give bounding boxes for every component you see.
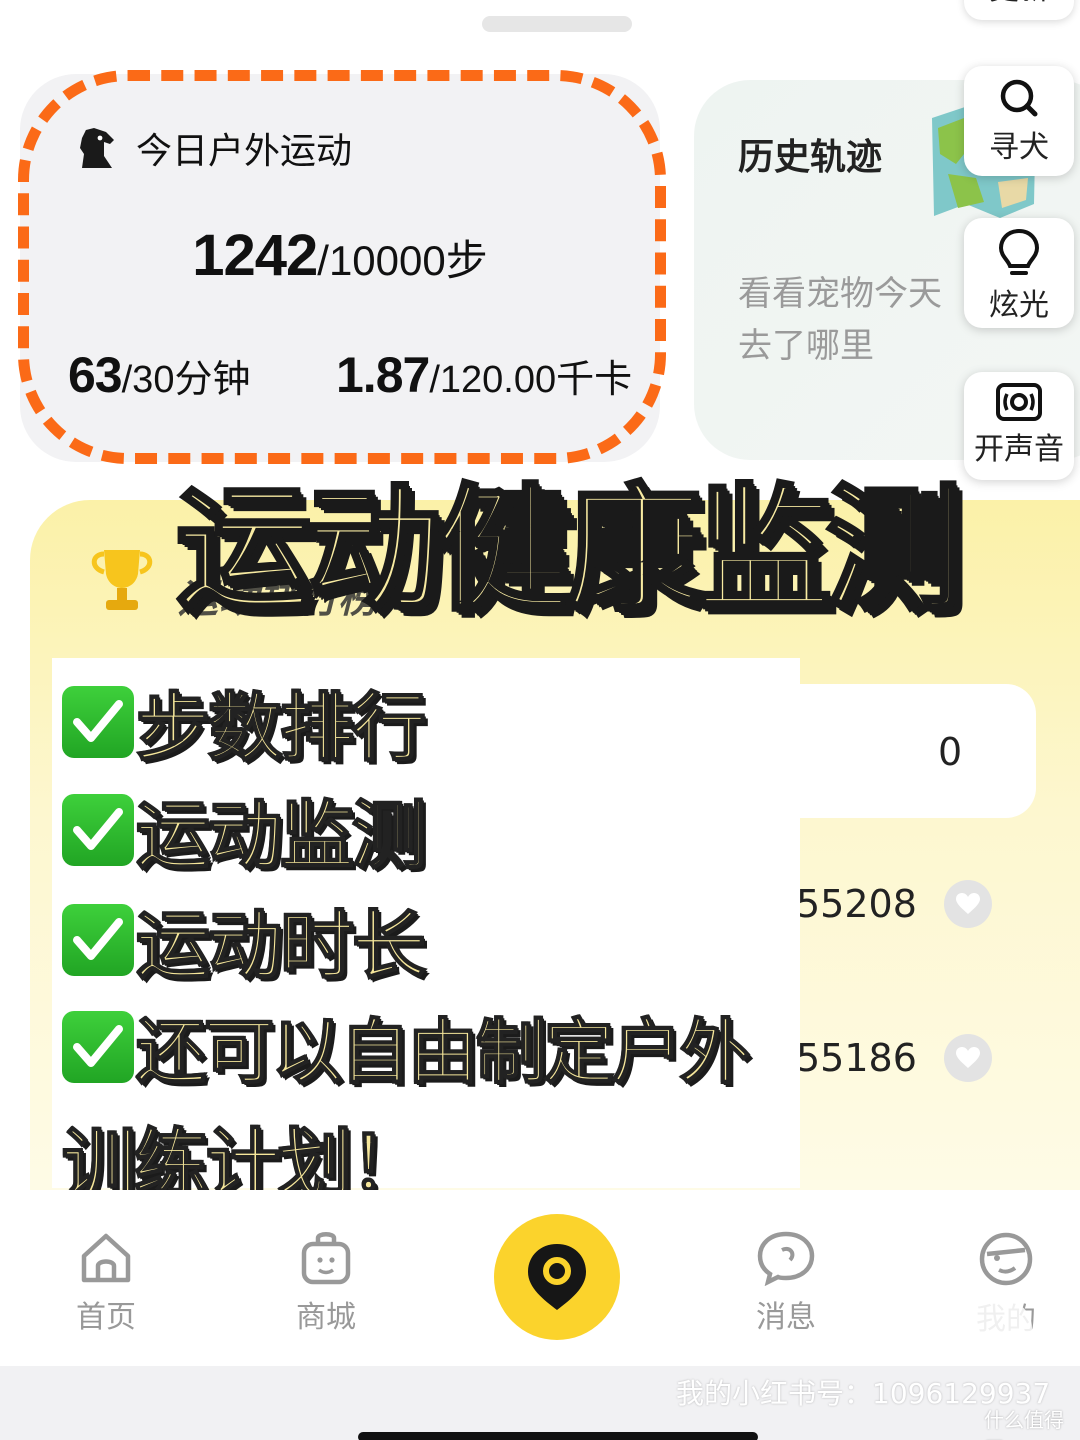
checklist-text: 还可以自由制定户外 xyxy=(135,1010,751,1094)
calories-readout: 1.87/120.00千卡 xyxy=(336,346,632,404)
speaker-icon xyxy=(996,383,1042,421)
ranking-value: 0 xyxy=(938,730,963,774)
duration-readout: 63/30分钟 xyxy=(68,346,250,404)
check-mark-icon xyxy=(62,793,134,866)
find-dog-label: 寻犬 xyxy=(989,130,1049,165)
flash-light-label: 炫光 xyxy=(989,288,1049,323)
calories-goal: /120.00千卡 xyxy=(429,359,633,401)
dog-icon xyxy=(80,128,114,168)
checklist-item: 运动监测 xyxy=(62,776,427,883)
shopping-bag-icon xyxy=(301,1232,351,1285)
chat-bubble-icon xyxy=(757,1231,815,1286)
checklist-item: 运动时长 xyxy=(62,886,427,993)
nav-shop-label: 商城 xyxy=(296,1300,356,1335)
update-button[interactable]: 更新 xyxy=(964,0,1074,20)
steps-value: 1242 xyxy=(192,223,318,288)
xiaohongshu-logo xyxy=(916,1300,1032,1356)
ranking-row-self[interactable] xyxy=(760,684,1036,818)
check-mark-icon xyxy=(62,903,134,976)
checklist-text: 运动时长 xyxy=(135,902,427,990)
checklist-text: 步数排行 xyxy=(135,684,427,772)
ranking-value: 55186 xyxy=(796,1036,917,1080)
heart-icon xyxy=(956,1047,980,1068)
sheet-drag-handle[interactable] xyxy=(482,16,632,32)
like-button[interactable] xyxy=(944,1034,992,1082)
watermark-site: 什么值得买 xyxy=(984,1408,1064,1440)
find-dog-button[interactable]: 寻犬 xyxy=(964,66,1074,176)
heart-icon xyxy=(956,893,980,914)
nav-home-label: 首页 xyxy=(76,1300,136,1335)
sound-toggle-label: 开声音 xyxy=(974,432,1064,467)
search-icon xyxy=(1000,79,1038,117)
sound-toggle-button[interactable]: 开声音 xyxy=(964,372,1074,480)
steps-goal: /10000步 xyxy=(317,237,488,284)
ranking-value: 55208 xyxy=(796,882,917,926)
history-track-subtitle: 看看宠物今天去了哪里 xyxy=(738,274,942,366)
checklist-text: 运动监测 xyxy=(135,792,427,880)
lightbulb-icon xyxy=(998,228,1040,275)
like-button[interactable] xyxy=(944,880,992,928)
promo-headline: 运动健康监测 xyxy=(174,470,964,632)
calories-value: 1.87 xyxy=(336,347,430,403)
checklist-item: 步数排行 xyxy=(62,668,427,775)
check-mark-icon xyxy=(62,685,134,758)
steps-readout: 1242/10000步 xyxy=(0,222,680,289)
home-icon xyxy=(81,1233,131,1283)
home-indicator[interactable] xyxy=(358,1432,758,1440)
nav-messages-label: 消息 xyxy=(756,1300,816,1335)
flash-light-button[interactable]: 炫光 xyxy=(964,218,1074,328)
history-track-title: 历史轨迹 xyxy=(738,137,883,178)
checklist-item: 还可以自由制定户外 xyxy=(62,996,751,1097)
outdoor-card-title: 今日户外运动 xyxy=(136,131,353,172)
check-mark-icon xyxy=(62,1010,134,1083)
location-pin-icon xyxy=(528,1244,586,1310)
nav-location-button[interactable] xyxy=(494,1214,620,1340)
duration-goal: /30分钟 xyxy=(121,359,251,401)
nav-messages[interactable]: 消息 xyxy=(726,1230,846,1336)
duration-value: 63 xyxy=(68,347,123,403)
outdoor-card-header: 今日户外运动 xyxy=(76,122,352,174)
profile-face-icon xyxy=(979,1232,1033,1286)
nav-home[interactable]: 首页 xyxy=(46,1230,166,1336)
nav-shop[interactable]: 商城 xyxy=(266,1230,386,1336)
update-label: 更新 xyxy=(989,0,1049,7)
trophy-icon xyxy=(91,550,153,610)
